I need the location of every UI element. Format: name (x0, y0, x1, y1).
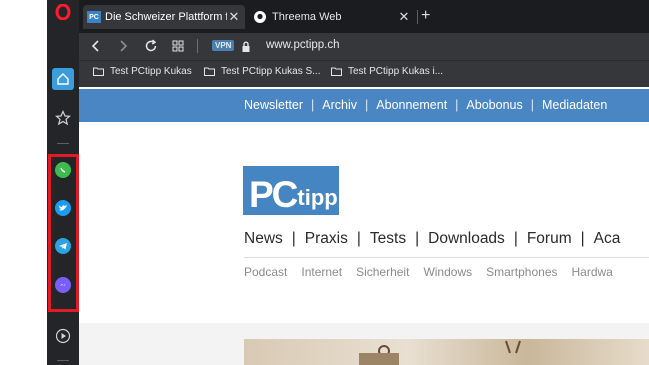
sub-nav-smartphones[interactable]: Smartphones (486, 265, 557, 279)
sub-nav-hardware[interactable]: Hardwa (572, 265, 613, 279)
nav-divider (244, 257, 649, 258)
address-separator (197, 39, 198, 53)
tab-threema[interactable]: Threema Web ✕ (250, 5, 415, 29)
sidebar-divider (57, 360, 69, 361)
pctipp-favicon-icon: PC (87, 11, 101, 23)
bookmark-folder-1[interactable]: Test PCtipp Kukas (93, 66, 192, 77)
nav-mediadaten[interactable]: Mediadaten (542, 98, 607, 112)
folder-icon (93, 67, 104, 76)
sub-nav-internet[interactable]: Internet (301, 265, 342, 279)
sub-nav: Podcast Internet Sicherheit Windows Smartpho… (244, 265, 627, 279)
sub-nav-sicherheit[interactable]: Sicherheit (356, 265, 409, 279)
url-field[interactable]: www.pctipp.ch (266, 39, 340, 51)
nav-newsletter[interactable]: Newsletter (244, 98, 303, 112)
folder-icon (331, 67, 342, 76)
tab-title: Die Schweizer Plattform für (105, 11, 227, 23)
player-icon[interactable] (52, 325, 74, 347)
tabs-grid-icon[interactable] (170, 38, 186, 54)
opera-logo-icon[interactable] (55, 3, 71, 21)
threema-favicon-icon (254, 11, 266, 23)
bookmark-folder-3[interactable]: Test PCtipp Kukas i... (331, 66, 443, 77)
tab-separator (417, 10, 418, 24)
tab-title: Threema Web (272, 11, 342, 23)
nav-archiv[interactable]: Archiv (322, 98, 357, 112)
new-tab-icon[interactable]: + (421, 6, 430, 26)
main-nav-news[interactable]: News (244, 230, 283, 248)
tab-pctipp[interactable]: PC Die Schweizer Plattform für ✕ (83, 5, 245, 29)
main-nav: News | Praxis | Tests | Downloads | Forum | Aca (244, 230, 621, 248)
address-bar (79, 33, 649, 60)
hero-image[interactable] (244, 339, 649, 365)
bookmarks-star-icon[interactable] (52, 107, 74, 129)
whatsapp-icon[interactable] (55, 162, 71, 178)
reload-icon[interactable] (143, 38, 159, 54)
main-nav-forum[interactable]: Forum (527, 230, 572, 248)
back-icon[interactable] (88, 38, 104, 54)
sub-nav-podcast[interactable]: Podcast (244, 265, 287, 279)
main-nav-praxis[interactable]: Praxis (305, 230, 348, 248)
bookmark-label: Test PCtipp Kukas (110, 66, 192, 77)
top-nav-links: Newsletter | Archiv | Abonnement | Abobonus | Me… (244, 98, 608, 112)
main-nav-tests[interactable]: Tests (370, 230, 406, 248)
messenger-icon[interactable] (55, 277, 71, 293)
left-margin (0, 0, 47, 365)
logo-tipp: tipp (297, 185, 338, 210)
bookmark-label: Test PCtipp Kukas S... (221, 66, 321, 77)
sidebar-divider (57, 143, 69, 144)
sub-nav-windows[interactable]: Windows (423, 265, 472, 279)
forward-icon[interactable] (115, 38, 131, 54)
main-nav-downloads[interactable]: Downloads (428, 230, 505, 248)
close-tab-icon[interactable]: ✕ (397, 9, 411, 25)
telegram-icon[interactable] (55, 238, 71, 254)
lock-icon[interactable] (241, 40, 251, 58)
pctipp-logo[interactable]: PC tipp (243, 166, 339, 215)
bookmark-folder-2[interactable]: Test PCtipp Kukas S... (204, 66, 321, 77)
close-tab-icon[interactable]: ✕ (227, 9, 241, 25)
nav-abonnement[interactable]: Abonnement (376, 98, 447, 112)
bookmark-label: Test PCtipp Kukas i... (348, 66, 444, 77)
folder-icon (204, 67, 215, 76)
vpn-badge[interactable]: VPN (212, 40, 235, 51)
twitter-icon[interactable] (55, 200, 71, 216)
main-nav-academy[interactable]: Aca (594, 230, 621, 248)
nav-abobonus[interactable]: Abobonus (466, 98, 522, 112)
home-icon[interactable] (52, 68, 74, 90)
logo-pc: PC (249, 174, 298, 215)
